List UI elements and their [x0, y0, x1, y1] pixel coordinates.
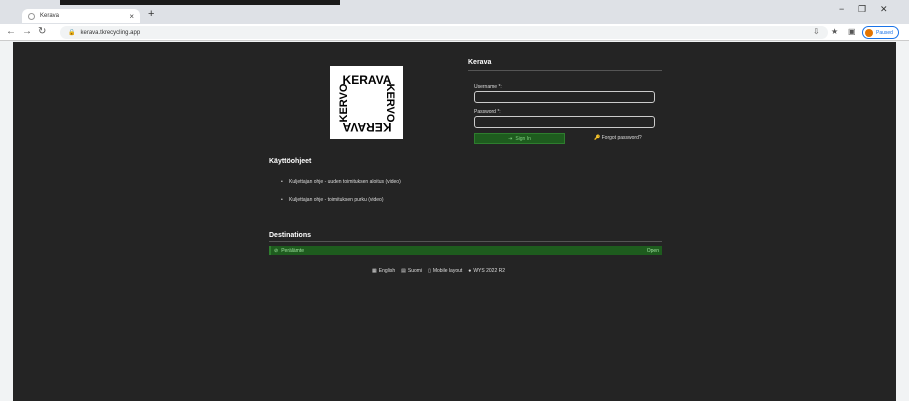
reload-icon[interactable]: ↻	[38, 26, 46, 37]
svg-text:KERVO: KERVO	[338, 83, 350, 122]
instruction-link[interactable]: Kuljettajan ohje - uuden toimituksen alo…	[281, 179, 401, 185]
footer: ▦ English ▤ Suomi ▯ Mobile layout ● WYS 2022…	[372, 268, 505, 274]
forgot-password-link[interactable]: 🔑 Forgot password?	[594, 135, 642, 141]
english-label: English	[378, 268, 396, 274]
mobile-layout-link[interactable]: ▯ Mobile layout	[428, 268, 462, 274]
tab-favicon-icon	[28, 12, 35, 20]
destination-status: Open	[646, 247, 659, 254]
sign-in-icon: ⇥	[508, 135, 513, 142]
window-minimize-button[interactable]: −	[839, 4, 844, 14]
username-label: Username *:	[474, 84, 502, 90]
version-label: WYS 2022 R2	[473, 268, 506, 274]
divider	[269, 241, 662, 242]
destination-name: Perälämte	[281, 247, 304, 254]
key-icon: 🔑	[594, 135, 601, 141]
kerava-logo: KERAVA KERAVA KERVO KERVO	[330, 66, 403, 139]
window-maximize-button[interactable]: ❐	[858, 4, 866, 15]
svg-text:KERVO: KERVO	[384, 83, 396, 122]
destination-row[interactable]: ⊘ Perälämte Open	[269, 246, 662, 255]
avatar	[865, 28, 873, 37]
sign-in-label: Sign In	[515, 135, 531, 142]
tab-title: Kerava	[40, 13, 60, 19]
mobile-label: Mobile layout	[432, 268, 463, 274]
forgot-password-label: Forgot password?	[601, 135, 642, 141]
suomi-link[interactable]: ▤ Suomi	[401, 268, 422, 274]
star-icon[interactable]: ★	[831, 27, 838, 36]
username-input[interactable]	[474, 91, 655, 103]
overlay-bar	[60, 0, 340, 5]
tab-close-icon[interactable]: ×	[129, 12, 134, 21]
info-circle-icon: ●	[468, 268, 472, 274]
divider	[468, 70, 662, 71]
address-bar[interactable]: 🔒 kerava.tkrecycling.app	[60, 26, 828, 39]
page-content: KERAVA KERAVA KERVO KERVO Kerava Usernam…	[13, 42, 896, 401]
check-circle-icon: ⊘	[274, 247, 279, 254]
finland-flag-icon: ▤	[401, 268, 406, 274]
window-close-button[interactable]: ✕	[880, 4, 888, 15]
url-text: kerava.tkrecycling.app	[80, 29, 141, 36]
destinations-heading: Destinations	[269, 232, 312, 239]
uk-flag-icon: ▦	[372, 268, 377, 274]
instructions-heading: Käyttöohjeet	[269, 158, 312, 165]
login-panel-title: Kerava	[468, 59, 492, 66]
english-link[interactable]: ▦ English	[372, 268, 395, 274]
sidebar-icon[interactable]: ▣	[848, 27, 856, 36]
browser-toolbar: ← → ↻ 🔒 kerava.tkrecycling.app ⇩ ★ ▣ Pau…	[0, 24, 909, 41]
instruction-link[interactable]: Kuljettajan ohje - toimituksen purku (vi…	[281, 197, 383, 203]
mobile-icon: ▯	[428, 268, 431, 274]
browser-chrome: Kerava × + − ❐ ✕ ← → ↻ 🔒 kerava.tkrecycl…	[0, 0, 909, 41]
forward-icon[interactable]: →	[22, 26, 32, 37]
profile-status: Paused	[876, 29, 893, 36]
browser-tab[interactable]: Kerava ×	[22, 9, 140, 23]
password-label: Password *:	[474, 109, 501, 115]
install-icon[interactable]: ⇩	[813, 27, 820, 36]
lock-icon: 🔒	[68, 30, 76, 36]
suomi-label: Suomi	[407, 268, 423, 274]
password-input[interactable]	[474, 116, 655, 128]
profile-button[interactable]: Paused	[862, 26, 899, 39]
new-tab-button[interactable]: +	[148, 8, 154, 20]
sign-in-button[interactable]: ⇥ Sign In	[474, 133, 565, 144]
version-info: ● WYS 2022 R2	[468, 268, 505, 274]
logo-svg: KERAVA KERAVA KERVO KERVO	[338, 73, 396, 134]
back-icon[interactable]: ←	[6, 26, 16, 37]
